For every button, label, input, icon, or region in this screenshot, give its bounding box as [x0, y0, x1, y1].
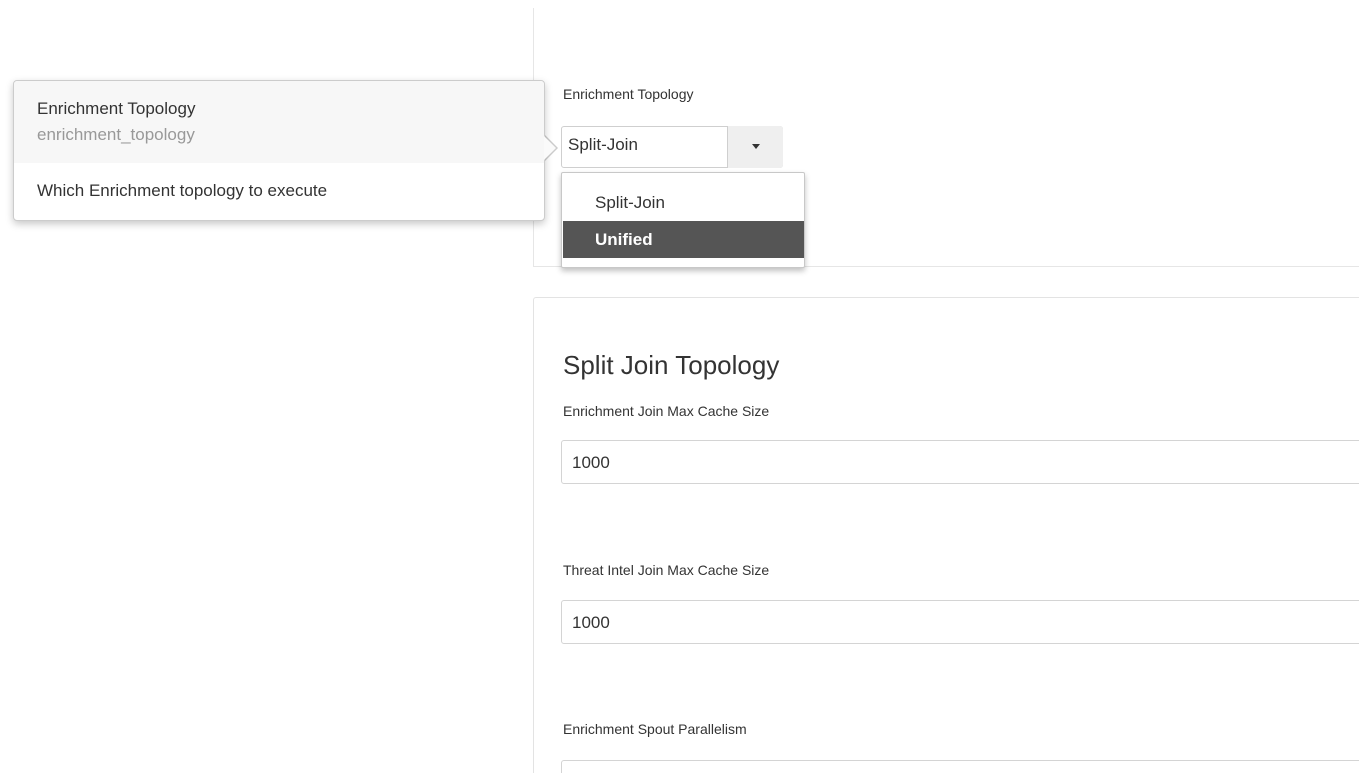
tooltip-arrow-fill: [544, 136, 556, 160]
enrichment-spout-parallelism-input[interactable]: [561, 760, 1359, 773]
tooltip-header: Enrichment Topology enrichment_topology: [14, 81, 544, 163]
split-join-title: Split Join Topology: [563, 350, 780, 380]
dropdown-toggle-button[interactable]: [727, 126, 783, 168]
config-page: Enrichment Topology Split-Join Split-Joi…: [0, 0, 1359, 773]
threat-intel-join-cache-input[interactable]: 1000: [561, 600, 1359, 644]
enrichment-join-cache-input[interactable]: 1000: [561, 440, 1359, 484]
tooltip-title: Enrichment Topology: [37, 99, 196, 118]
field-help-tooltip: Enrichment Topology enrichment_topology …: [13, 80, 545, 221]
threat-intel-join-cache-label: Threat Intel Join Max Cache Size: [563, 562, 770, 578]
caret-down-icon: [752, 144, 760, 149]
enrichment-topology-label: Enrichment Topology: [563, 86, 694, 102]
enrichment-spout-parallelism-label: Enrichment Spout Parallelism: [563, 721, 747, 737]
enrichment-join-cache-label: Enrichment Join Max Cache Size: [563, 403, 770, 419]
enrichment-topology-dropdown: Split-Join Unified: [561, 172, 805, 268]
dropdown-option-split-join[interactable]: Split-Join: [563, 184, 804, 221]
enrichment-topology-select[interactable]: Split-Join: [561, 126, 783, 168]
dropdown-option-unified[interactable]: Unified: [563, 221, 804, 258]
tooltip-description: Which Enrichment topology to execute: [37, 181, 328, 200]
tooltip-field-name: enrichment_topology: [37, 125, 195, 144]
